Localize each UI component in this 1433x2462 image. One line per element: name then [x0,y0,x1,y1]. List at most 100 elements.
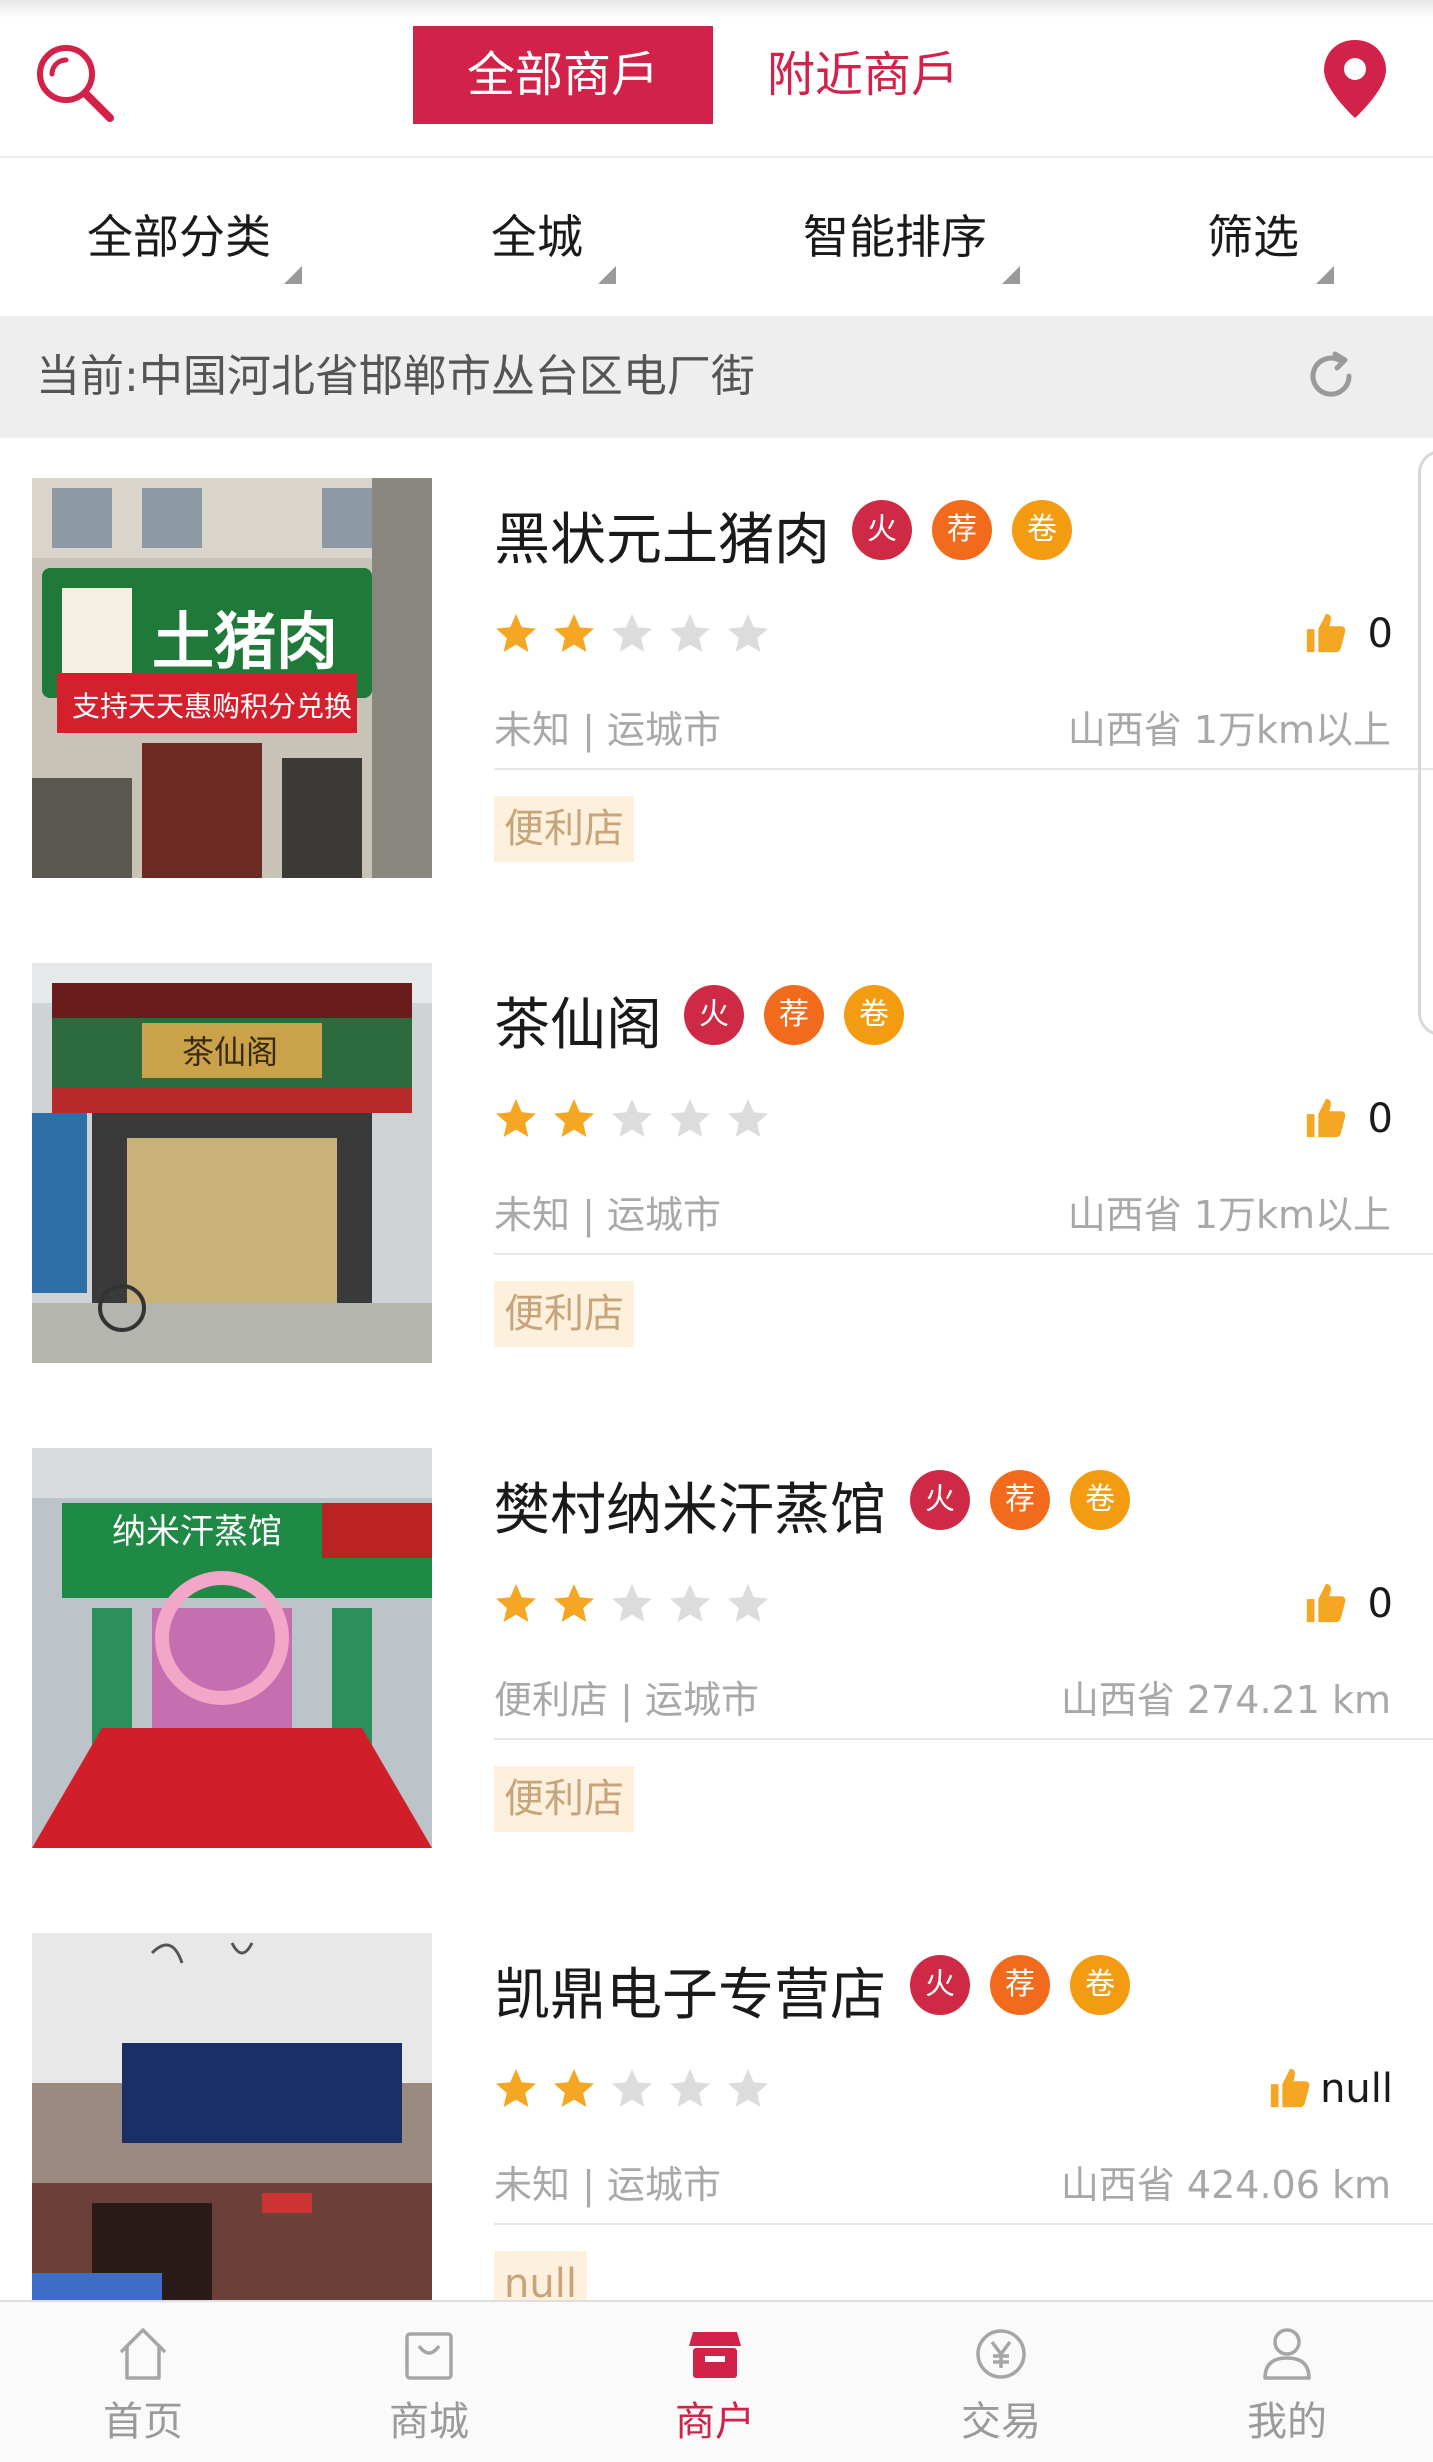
star-filled-icon [496,1099,536,1137]
star-filled-icon [496,614,536,652]
merchant-category-city: 未知 | 运城市 [494,708,721,752]
current-location-bar: 当前:中国河北省邯郸市丛台区电厂街 [0,316,1433,438]
filter-category[interactable]: 全部分类 [0,158,358,316]
filter-city[interactable]: 全城 [358,158,716,316]
hot-badge: 火 [910,1955,970,2015]
divider [494,1253,1433,1255]
merchant-card[interactable]: 纳米汗蒸馆 樊村纳米汗蒸馆 火 荐 卷 0 便利店 | 运城市 山西省 274.… [0,1408,1433,1893]
like-button[interactable]: 0 [1303,606,1393,662]
tab-all-merchants[interactable]: 全部商戶 [413,26,713,124]
merchant-card[interactable]: 土猪肉 支持天天惠购积分兑换 黑状元土猪肉 火 荐 卷 0 未知 | 运城市 山… [0,438,1433,923]
star-filled-icon [554,614,594,652]
star-filled-icon [554,2069,594,2107]
star-filled-icon [554,1099,594,1137]
nav-trade[interactable]: 交易 [858,2302,1144,2462]
current-location-text: 当前:中国河北省邯郸市丛台区电厂街 [36,351,755,402]
merchant-type-tag: null [494,2251,587,2300]
merchant-name: 樊村纳米汗蒸馆 [494,1478,886,1543]
merchant-card[interactable]: 凯鼎电子专营店 火 荐 卷 null 未知 | 运城市 山西省 424.06 k… [0,1893,1433,2300]
star-empty-icon [612,1584,652,1622]
coupon-badge: 卷 [1070,1955,1130,2015]
star-empty-icon [728,2069,768,2107]
merchant-type-tag: 便利店 [494,1766,634,1832]
like-count: null [1320,2066,1393,2112]
star-filled-icon [496,2069,536,2107]
star-empty-icon [612,614,652,652]
shopping-bag-icon [405,2332,453,2380]
dropdown-triangle-icon [598,266,616,284]
merchant-category-city: 便利店 | 运城市 [494,1678,759,1722]
like-count: 0 [1367,1581,1393,1627]
dropdown-triangle-icon [284,266,302,284]
coupon-badge: 卷 [1012,500,1072,560]
merchant-type-tag: 便利店 [494,796,634,862]
bottom-nav: 首页 商城 商户 交易 我的 [0,2300,1433,2462]
merchant-type-tag: 便利店 [494,1281,634,1347]
star-empty-icon [670,1584,710,1622]
storefront-banner: 支持天天惠购积分兑换 [72,690,352,723]
hot-badge: 火 [852,500,912,560]
filter-sort[interactable]: 智能排序 [716,158,1074,316]
like-button[interactable]: 0 [1303,1091,1393,1147]
search-icon [37,45,114,122]
recommend-badge: 荐 [990,1470,1050,1530]
home-icon [119,2328,167,2380]
yuan-coin-icon [976,2329,1026,2379]
filter-label: 全部分类 [87,210,271,264]
store-icon [689,2332,741,2378]
storefront-sign-main: 纳米汗蒸馆 [112,1512,282,1552]
divider [494,1738,1433,1740]
storefront-sign-main: 土猪肉 [152,605,338,678]
storefront-sign-main: 茶仙阁 [182,1033,278,1071]
coupon-badge: 卷 [844,985,904,1045]
merchant-card[interactable]: 茶仙阁 茶仙阁 火 荐 卷 0 未知 | 运城市 山西省 1万km以上 便利店 [0,923,1433,1408]
dropdown-triangle-icon [1316,266,1334,284]
filter-label: 智能排序 [803,210,987,264]
refresh-icon [1310,351,1352,397]
recommend-badge: 荐 [932,500,992,560]
tab-nearby-merchants[interactable]: 附近商戶 [713,26,1013,124]
star-empty-icon [728,1584,768,1622]
status-shadow [0,0,1433,18]
coupon-badge: 卷 [1070,1470,1130,1530]
star-filled-icon [496,1584,536,1622]
nav-label: 商户 [675,2399,755,2445]
recommend-badge: 荐 [990,1955,1050,2015]
divider [494,2223,1433,2225]
merchant-name: 凯鼎电子专营店 [494,1963,886,2028]
like-count: 0 [1367,611,1393,657]
filter-label: 筛选 [1207,210,1299,264]
merchant-category-city: 未知 | 运城市 [494,2163,721,2207]
star-empty-icon [670,1099,710,1137]
nav-label: 商城 [389,2399,469,2445]
location-pin-icon [1324,40,1386,118]
side-drawer-handle[interactable] [1418,450,1433,1036]
nav-me[interactable]: 我的 [1144,2302,1430,2462]
like-button[interactable]: 0 [1303,1576,1393,1632]
merchant-photo: 土猪肉 支持天天惠购积分兑换 [32,478,432,878]
merchant-name: 黑状元土猪肉 [494,508,830,573]
top-bar: 全部商戶 附近商戶 [0,0,1433,158]
refresh-location-button[interactable] [1305,350,1357,402]
merchant-photo: 纳米汗蒸馆 [32,1448,432,1848]
star-empty-icon [612,1099,652,1137]
merchant-photo: 茶仙阁 [32,963,432,1363]
nav-label: 我的 [1247,2399,1327,2445]
merchant-distance: 山西省 274.21 km [1060,1678,1391,1722]
search-button[interactable] [30,38,120,128]
user-icon [1263,2328,1311,2380]
star-empty-icon [670,614,710,652]
like-button[interactable]: null [1267,2061,1393,2117]
location-button[interactable] [1318,36,1392,122]
filter-screen[interactable]: 筛选 [1074,158,1432,316]
nav-home[interactable]: 首页 [0,2302,286,2462]
thumbs-up-icon [1306,1098,1346,1138]
star-empty-icon [612,2069,652,2107]
nav-mall[interactable]: 商城 [286,2302,572,2462]
star-filled-icon [554,1584,594,1622]
merchant-list[interactable]: 土猪肉 支持天天惠购积分兑换 黑状元土猪肉 火 荐 卷 0 未知 | 运城市 山… [0,438,1433,2300]
dropdown-triangle-icon [1002,266,1020,284]
star-empty-icon [728,1099,768,1137]
nav-merchants[interactable]: 商户 [572,2302,858,2462]
hot-badge: 火 [684,985,744,1045]
